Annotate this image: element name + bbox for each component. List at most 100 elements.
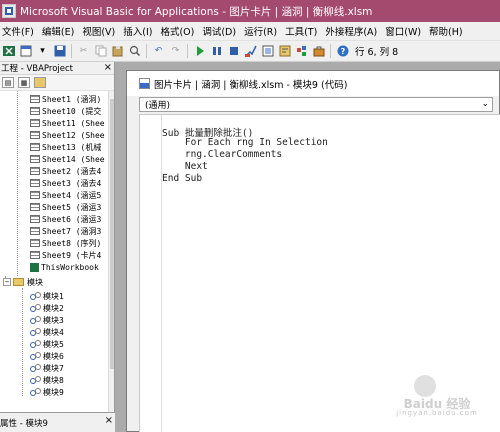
properties-pane-title: 属性 - 模块9 (0, 418, 48, 429)
module-label: 模块1 (43, 291, 64, 301)
menu-debug[interactable]: 调试(D) (200, 24, 242, 38)
module-label: 模块2 (43, 303, 64, 313)
menu-help[interactable]: 帮助(H) (427, 24, 469, 38)
code-line: End Sub (162, 173, 203, 184)
tree-item-sheet[interactable]: Sheet3 (涵去4 (30, 177, 101, 189)
menu-tools[interactable]: 工具(T) (283, 24, 323, 38)
menu-window[interactable]: 窗口(W) (383, 24, 427, 38)
sheet-label: Sheet10 (提交 (42, 106, 102, 116)
object-combo-value: (通用) (145, 101, 171, 111)
design-mode-icon[interactable] (244, 45, 257, 58)
menu-run[interactable]: 运行(R) (242, 24, 283, 38)
redo-icon[interactable]: ↷ (169, 45, 182, 58)
sheet-label: Sheet11 (Shee (42, 118, 105, 128)
sheet-icon (30, 191, 40, 199)
help-icon[interactable]: ? (336, 45, 349, 58)
tree-item-sheet[interactable]: Sheet13 (机械 (30, 141, 101, 153)
tree-item-module[interactable]: 模块9 (30, 386, 64, 398)
close-icon[interactable]: × (105, 415, 113, 426)
vba-app-icon (2, 4, 16, 18)
tree-item-sheet[interactable]: Sheet9 (卡片4 (30, 249, 101, 261)
project-explorer-pane: 工程 - VBAProject × ▤ ▦ Sheet1 (涵洞) Sheet1… (0, 62, 115, 412)
sheet-icon (30, 179, 40, 187)
undo-icon[interactable]: ↶ (152, 45, 165, 58)
tree-item-module[interactable]: 模块8 (30, 374, 64, 386)
run-icon[interactable] (193, 45, 206, 58)
tree-item-sheet[interactable]: Sheet2 (涵去4 (30, 165, 101, 177)
project-explorer-title-text: 工程 - VBAProject (1, 64, 74, 74)
sheet-label: Sheet14 (Shee (42, 154, 105, 164)
sheet-icon (30, 215, 40, 223)
menu-file[interactable]: 文件(F) (0, 24, 40, 38)
tree-item-sheet[interactable]: Sheet4 (涵运5 (30, 189, 101, 201)
window-title: Microsoft Visual Basic for Applications … (20, 5, 373, 18)
properties-window-icon[interactable] (278, 45, 291, 58)
chevron-down-icon[interactable]: ⌄ (481, 98, 489, 111)
sheet-label: Sheet1 (涵洞) (42, 94, 102, 104)
menu-addins[interactable]: 外接程序(A) (323, 24, 383, 38)
view-object-icon[interactable]: ▦ (18, 77, 30, 88)
collapse-icon[interactable]: − (3, 278, 11, 286)
baidu-watermark: Baidu 经验 jingyan.baidu.com (378, 375, 496, 417)
code-gutter (140, 115, 162, 432)
dropdown-arrow-icon[interactable]: ▾ (36, 45, 49, 58)
menu-format[interactable]: 格式(O) (158, 24, 200, 38)
module-icon (30, 351, 41, 361)
sheet-icon (30, 143, 40, 151)
sheet-icon (30, 251, 40, 259)
svg-text:?: ? (340, 47, 345, 56)
tree-item-module[interactable]: 模块6 (30, 350, 64, 362)
tree-item-workbook[interactable]: ThisWorkbook (30, 261, 99, 273)
tree-item-sheet[interactable]: Sheet10 (提交 (30, 105, 101, 117)
sheet-icon (30, 95, 40, 103)
tree-item-module[interactable]: 模块7 (30, 362, 64, 374)
tree-item-sheet[interactable]: Sheet7 (涵洞3 (30, 225, 101, 237)
tree-item-sheet[interactable]: Sheet11 (Shee (30, 117, 105, 129)
cut-icon[interactable]: ✂ (77, 45, 90, 58)
sheet-label: Sheet6 (涵运3 (42, 214, 102, 224)
sheet-label: Sheet13 (机械 (42, 142, 102, 152)
tree-item-module[interactable]: 模块3 (30, 314, 64, 326)
paste-icon[interactable] (111, 45, 124, 58)
toolbox-icon[interactable] (312, 45, 325, 58)
project-explorer-icon[interactable] (261, 45, 274, 58)
sheet-label: Sheet7 (涵洞3 (42, 226, 102, 236)
code-line: Sub 批量删除批注() (162, 128, 254, 139)
module-label: 模块4 (43, 327, 64, 337)
save-icon[interactable] (53, 45, 66, 58)
object-combo[interactable]: (通用) ⌄ (139, 97, 493, 112)
menu-insert[interactable]: 插入(I) (121, 24, 158, 38)
close-icon[interactable]: × (104, 62, 112, 74)
menu-edit[interactable]: 编辑(E) (40, 24, 80, 38)
tree-item-sheet[interactable]: Sheet12 (Shee (30, 129, 105, 141)
sheet-icon (30, 107, 40, 115)
workbook-label: ThisWorkbook (41, 262, 99, 272)
menu-bar: 文件(F) 编辑(E) 视图(V) 插入(I) 格式(O) 调试(D) 运行(R… (0, 22, 500, 41)
project-explorer-scrollbar[interactable] (108, 91, 114, 412)
copy-icon[interactable] (94, 45, 107, 58)
tree-item-sheet[interactable]: Sheet5 (涵运3 (30, 201, 101, 213)
view-code-icon[interactable]: ▤ (2, 77, 14, 88)
module-label: 模块8 (43, 375, 64, 385)
tree-item-module[interactable]: 模块5 (30, 338, 64, 350)
tree-item-sheet[interactable]: Sheet8 (序列) (30, 237, 101, 249)
sheet-label: Sheet4 (涵运5 (42, 190, 102, 200)
tree-item-module[interactable]: 模块1 (30, 290, 64, 302)
toolbar-separator (330, 44, 331, 58)
module-icon (30, 327, 41, 337)
tree-item-sheet[interactable]: Sheet14 (Shee (30, 153, 105, 165)
tree-item-module[interactable]: 模块2 (30, 302, 64, 314)
find-icon[interactable] (128, 45, 141, 58)
menu-view[interactable]: 视图(V) (80, 24, 121, 38)
view-excel-icon[interactable] (2, 45, 15, 58)
reset-icon[interactable] (227, 45, 240, 58)
tree-folder-modules[interactable]: − 模块 (3, 276, 43, 288)
object-browser-icon[interactable] (295, 45, 308, 58)
tree-item-sheet[interactable]: Sheet6 (涵运3 (30, 213, 101, 225)
pane-splitter[interactable] (115, 62, 125, 432)
tree-item-module[interactable]: 模块4 (30, 326, 64, 338)
toggle-folders-icon[interactable] (34, 77, 46, 88)
insert-module-icon[interactable] (19, 45, 32, 58)
break-icon[interactable] (210, 45, 223, 58)
tree-item-sheet[interactable]: Sheet1 (涵洞) (30, 93, 101, 105)
